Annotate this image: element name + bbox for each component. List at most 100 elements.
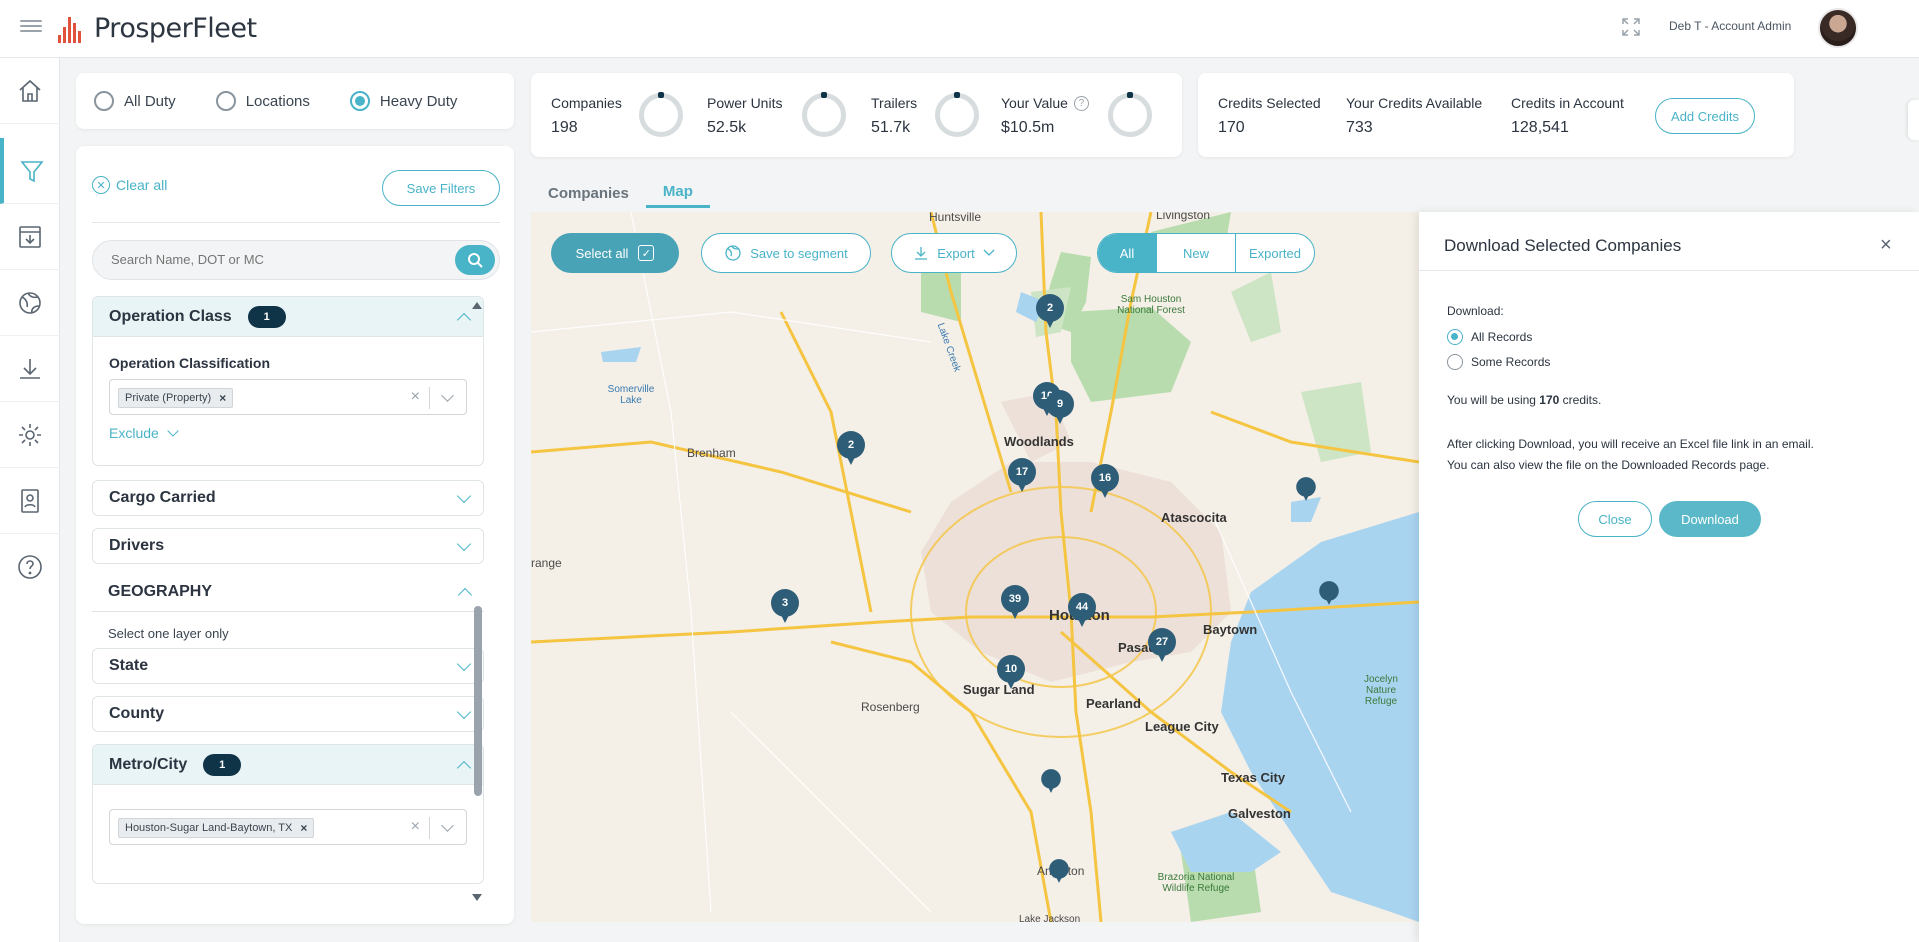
accordion-header-operation-class[interactable]: Operation Class 1 [93,297,483,337]
chip-remove-icon[interactable]: × [219,391,226,405]
segment-exported[interactable]: Exported [1235,234,1314,272]
radio-some-records[interactable]: Some Records [1447,354,1550,370]
radio-locations[interactable]: Locations [215,91,310,111]
pin-tip [1054,874,1064,883]
progress-ring [802,92,846,137]
radio-heavy-duty[interactable]: Heavy Duty [349,91,457,111]
tab-map[interactable]: Map [645,178,710,208]
clear-selection-icon[interactable]: × [411,388,420,406]
radio-label: All Records [1471,330,1533,344]
accordion-header-metro-city[interactable]: Metro/City 1 [93,745,483,785]
select-all-label: Select all [575,245,629,261]
accordion-county[interactable]: County [92,696,484,732]
radio-circle-selected [1447,329,1463,345]
map-cluster-pin[interactable]: 27 [1148,628,1176,662]
map-location-pin[interactable] [1041,769,1061,793]
stat-label: Credits in Account [1511,95,1624,111]
save-filters-button[interactable]: Save Filters [382,170,500,206]
download-button[interactable]: Download [1659,501,1761,537]
metro-city-select[interactable]: Houston-Sugar Land-Baytown, TX × × [109,809,467,845]
chevron-up-icon [457,587,473,603]
select-separator [429,387,430,409]
geography-title: GEOGRAPHY [108,582,213,600]
map-cluster-pin[interactable]: 17 [1008,458,1036,492]
accordion-header-county[interactable]: County [93,697,483,731]
nav-globe[interactable] [0,270,60,336]
accordion-cargo-carried[interactable]: Cargo Carried [92,480,484,516]
select-all-button[interactable]: Select all ✓ [551,233,679,273]
save-to-segment-button[interactable]: Save to segment [701,233,871,273]
accordion-state[interactable]: State [92,648,484,684]
radio-circle [94,91,114,111]
save-to-segment-label: Save to segment [750,245,848,261]
operation-classification-label: Operation Classification [109,355,271,371]
map-cluster-pin[interactable]: 10 [997,655,1025,689]
accordion-header-drivers[interactable]: Drivers [93,529,483,563]
segment-new[interactable]: New [1156,234,1235,272]
map-cluster-pin[interactable]: 16 [1091,464,1119,498]
download-panel-title: Download Selected Companies [1444,236,1682,255]
map-location-pin[interactable] [1319,581,1339,605]
tab-companies[interactable]: Companies [531,178,646,208]
scroll-down-arrow-icon[interactable] [472,894,482,901]
nav-filter[interactable] [0,138,60,204]
accordion-title: Drivers [109,537,165,554]
download-box-icon [19,225,41,248]
chevron-down-icon[interactable] [441,819,454,832]
scrollbar-thumb[interactable] [474,606,482,796]
map-cluster-pin[interactable]: 2 [1036,294,1064,328]
clear-selection-icon[interactable]: × [411,818,420,836]
map-cluster-pin[interactable]: 9 [1046,390,1074,424]
radio-all-duty[interactable]: All Duty [94,91,176,111]
chip-remove-icon[interactable]: × [300,821,307,835]
accordion-drivers[interactable]: Drivers [92,528,484,564]
logo[interactable]: ProsperFleet [58,10,257,46]
nav-help[interactable] [0,534,60,600]
map-cluster-pin[interactable]: 3 [771,589,799,623]
map-cluster-pin[interactable]: 44 [1068,593,1096,627]
geography-header[interactable]: GEOGRAPHY [92,572,484,612]
nav-download[interactable] [0,336,60,402]
menu-icon[interactable] [20,17,42,33]
info-line-2: You can also view the file on the Downlo… [1447,458,1770,472]
chevron-up-icon [456,312,472,328]
segment-all[interactable]: All [1098,234,1156,272]
operation-classification-select[interactable]: Private (Property) × × [109,379,467,415]
map-cluster-pin[interactable]: 2 [837,431,865,465]
fullscreen-icon[interactable] [1622,18,1642,38]
pin-tip [779,611,791,623]
stat-your-value: Your Value? $10.5m [1001,95,1089,137]
nav-download-box[interactable] [0,204,60,270]
map-location-pin[interactable] [1296,477,1316,501]
add-credits-button[interactable]: Add Credits [1655,98,1755,134]
accordion-title: Operation Class [109,307,232,325]
map-location-pin[interactable] [1049,859,1069,883]
map-view[interactable]: Huntsville Livingston Sam Houston Nation… [531,212,1419,922]
exclude-toggle[interactable]: Exclude [109,425,179,441]
accordion-header-state[interactable]: State [93,649,483,683]
avatar[interactable] [1818,8,1858,48]
credits-card: Credits Selected 170 Your Credits Availa… [1198,73,1794,157]
help-icon [18,555,42,579]
nav-home[interactable] [0,58,60,124]
user-name[interactable]: Deb T - Account Admin [1669,19,1791,33]
chevron-down-icon[interactable] [441,389,454,402]
pin-tip [1005,677,1017,689]
nav-contact[interactable] [0,468,60,534]
close-icon[interactable]: × [1880,234,1892,257]
accordion-header-cargo-carried[interactable]: Cargo Carried [93,481,483,515]
map-cluster-pin[interactable]: 39 [1001,585,1029,619]
export-button[interactable]: Export [891,233,1017,273]
close-button[interactable]: Close [1578,501,1652,537]
side-panel-toggle[interactable] [1908,100,1919,140]
scroll-up-arrow-icon[interactable] [472,302,482,309]
chevron-down-icon [167,425,179,437]
radio-label: Some Records [1471,355,1551,369]
search-input[interactable] [111,252,411,267]
search-button[interactable] [455,245,495,275]
filter-scroll-area[interactable]: Operation Class 1 Operation Classificati… [92,296,484,924]
nav-settings[interactable] [0,402,60,468]
help-icon[interactable]: ? [1073,95,1089,111]
clear-all-button[interactable]: ✕ Clear all [92,176,167,194]
radio-all-records[interactable]: All Records [1447,329,1532,345]
